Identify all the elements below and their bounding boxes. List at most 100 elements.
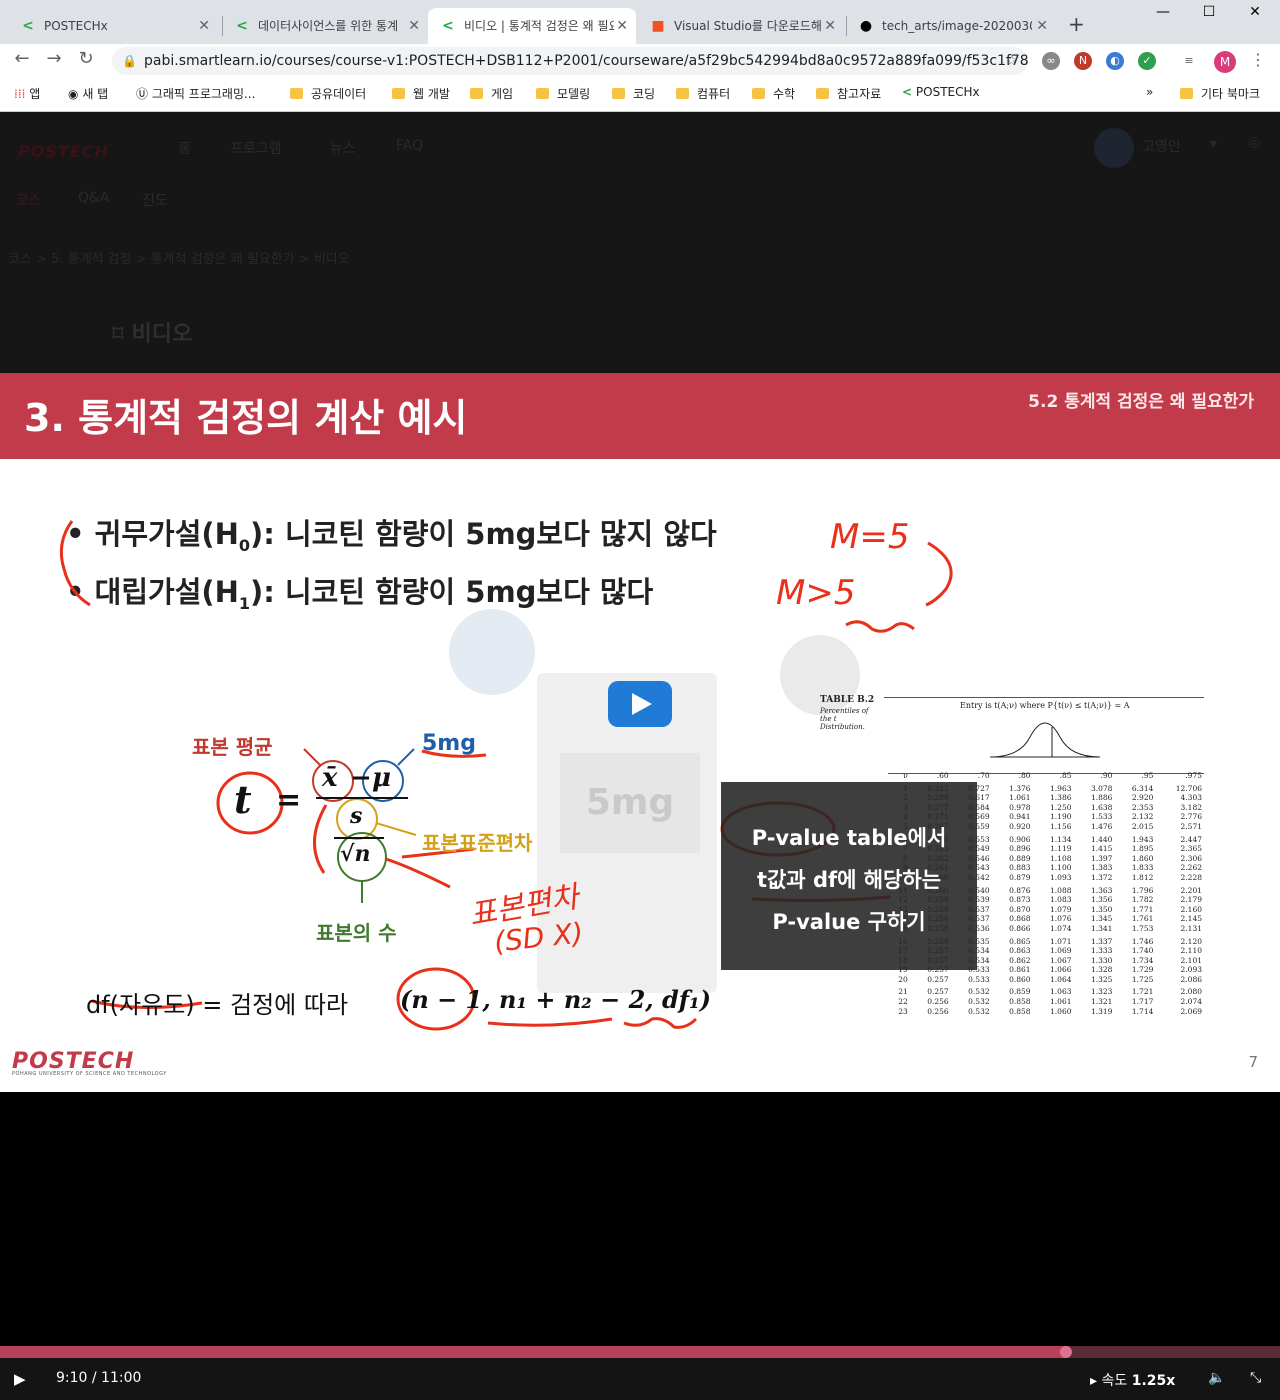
minimize-icon[interactable]: —	[1140, 4, 1186, 20]
table-cell: 2.228	[1180, 872, 1202, 882]
table-cell: 0.873	[1009, 895, 1031, 905]
table-cell: 2.110	[1180, 946, 1202, 956]
close-tab-icon[interactable]: ✕	[408, 8, 420, 44]
globe-icon[interactable]: ◎	[1248, 134, 1260, 150]
exit-fullscreen-icon[interactable]: ⤡	[1250, 1370, 1261, 1386]
table-cell: 1.328	[1090, 965, 1113, 975]
table-cell: 4.303	[1180, 793, 1202, 803]
table-cell: 0.256	[927, 997, 949, 1007]
bookmark-folder[interactable]: 공유데이터	[290, 85, 366, 102]
close-tab-icon[interactable]: ✕	[824, 8, 836, 44]
formula-s: s	[350, 803, 363, 829]
bookmark-folder[interactable]: 웹 개발	[392, 85, 450, 102]
reload-icon[interactable]: ↻	[74, 48, 98, 69]
bookmark-star-icon[interactable]: ☆	[1005, 47, 1018, 75]
table-cell: 0.920	[1009, 821, 1031, 831]
bookmark-postechx[interactable]: < POSTECHx	[902, 85, 980, 99]
back-icon[interactable]: ←	[10, 48, 34, 69]
forward-icon[interactable]: →	[42, 48, 66, 69]
play-button-icon[interactable]	[608, 681, 672, 727]
nav-faq[interactable]: FAQ	[396, 138, 423, 154]
df-values: (n − 1, n₁ + n₂ − 2, df₁)	[400, 985, 711, 1014]
tab-strip: < POSTECHx ✕ < 데이터사이언스를 위한 통계 ✕ < 비디오 | …	[0, 0, 1280, 44]
bookmark-folder[interactable]: 참고자료	[816, 85, 881, 102]
extension-icon[interactable]: ◐	[1106, 52, 1124, 70]
bookmark-other[interactable]: 기타 북마크	[1180, 85, 1260, 102]
bookmark-folder[interactable]: 수학	[752, 85, 795, 102]
table-cell: 1.833	[1131, 863, 1154, 873]
table-cell: 0.883	[1009, 863, 1031, 873]
site-logo[interactable]: POSTECH	[18, 142, 109, 161]
extension-icon[interactable]: ∞	[1042, 52, 1060, 70]
nav-news[interactable]: 뉴스	[330, 138, 356, 158]
table-cell: 0.257	[927, 974, 949, 984]
progress-bar[interactable]	[0, 1346, 1280, 1358]
subnav-progress[interactable]: 진도	[142, 190, 168, 210]
maximize-icon[interactable]: ☐	[1186, 4, 1232, 20]
nav-program[interactable]: 프로그램	[230, 138, 282, 158]
menu-icon[interactable]: ⋮	[1250, 50, 1266, 69]
chevron-down-icon[interactable]: ▾	[1210, 136, 1217, 152]
table-cell: ν	[903, 771, 908, 780]
table-cell: 0.876	[1009, 885, 1031, 895]
table-cell: 0.256	[927, 1006, 949, 1016]
bookmarks-overflow-icon[interactable]: »	[1146, 85, 1153, 99]
postechx-favicon-icon: <	[22, 18, 34, 34]
bookmark-new-tab[interactable]: ◉ 새 탭	[68, 85, 108, 102]
table-cell: 0.879	[1009, 872, 1031, 882]
user-name[interactable]: 고영인	[1142, 136, 1181, 156]
postechx-favicon-icon: <	[236, 18, 248, 34]
progress-handle[interactable]	[1060, 1346, 1073, 1358]
table-cell: 1.083	[1050, 895, 1072, 905]
table-cell: 2.015	[1131, 821, 1154, 831]
speed-control[interactable]: ▸ 속도 1.25x	[1090, 1370, 1175, 1390]
close-tab-icon[interactable]: ✕	[616, 8, 628, 44]
bookmark-icon[interactable]: ⌑	[112, 322, 124, 347]
table-cell: 1.860	[1131, 853, 1154, 863]
media-icon[interactable]: ≡	[1180, 52, 1198, 70]
bookmark-folder[interactable]: 게임	[470, 85, 513, 102]
extension-icon[interactable]: N	[1074, 52, 1092, 70]
tab-visual-studio[interactable]: ■ Visual Studio를 다운로드해 ✕	[638, 8, 844, 44]
bookmark-folder[interactable]: 컴퓨터	[676, 85, 730, 102]
close-tab-icon[interactable]: ✕	[1036, 8, 1048, 44]
tab-video-active[interactable]: < 비디오 | 통계적 검정은 왜 필요한가 ✕	[428, 8, 636, 44]
volume-icon[interactable]: 🔈	[1208, 1370, 1225, 1386]
table-cell: 0.532	[968, 987, 990, 997]
tab-github[interactable]: ● tech_arts/image-2020030 ✕	[846, 8, 1056, 44]
table-cell: 1.440	[1090, 834, 1113, 844]
shield-icon[interactable]: ✓	[1138, 52, 1156, 70]
table-cell: 1.067	[1050, 955, 1072, 965]
browser-toolbar: ← → ↻ 🔒 pabi.smartlearn.io/courses/cours…	[0, 44, 1280, 78]
table-cell: 21	[898, 987, 908, 997]
table-cell: 1.725	[1131, 974, 1154, 984]
video-slide[interactable]: 3. 통계적 검정의 계산 예시 5.2 통계적 검정은 왜 필요한가 5mg …	[0, 373, 1280, 1092]
profile-avatar[interactable]: M	[1214, 51, 1236, 73]
table-cell: 0.863	[1009, 946, 1031, 956]
table-cell: 2.179	[1180, 895, 1202, 905]
tab-course[interactable]: < 데이터사이언스를 위한 통계 ✕	[222, 8, 428, 44]
nav-home[interactable]: 홈	[178, 138, 191, 158]
close-window-icon[interactable]: ✕	[1232, 4, 1278, 20]
play-icon[interactable]: ▶	[14, 1370, 26, 1388]
folder-icon	[536, 88, 549, 99]
bookmark-apps[interactable]: ⁞⁞⁞ 앱	[14, 85, 40, 102]
folder-icon	[816, 88, 829, 99]
subnav-qa[interactable]: Q&A	[78, 190, 110, 206]
bookmark-folder[interactable]: 모델링	[536, 85, 590, 102]
table-cell: 1.721	[1131, 987, 1154, 997]
formula-t: t	[234, 777, 252, 822]
address-bar[interactable]: 🔒 pabi.smartlearn.io/courses/course-v1:P…	[112, 47, 1028, 75]
table-cell: 1.119	[1050, 844, 1072, 854]
table-cell: 0.532	[968, 1006, 990, 1016]
table-cell: 1.061	[1050, 997, 1072, 1007]
table-cell: 1.337	[1090, 936, 1113, 946]
bookmark-folder[interactable]: 코딩	[612, 85, 655, 102]
subnav-course[interactable]: 코스	[16, 190, 42, 210]
new-tab-icon[interactable]: +	[1068, 12, 1085, 36]
tab-postechx[interactable]: < POSTECHx ✕	[8, 8, 218, 44]
user-avatar[interactable]	[1094, 128, 1134, 168]
bookmark-graphics[interactable]: Ⓤ 그래픽 프로그래밍...	[136, 85, 255, 102]
table-cell: 1.323	[1090, 987, 1113, 997]
close-tab-icon[interactable]: ✕	[198, 8, 210, 44]
